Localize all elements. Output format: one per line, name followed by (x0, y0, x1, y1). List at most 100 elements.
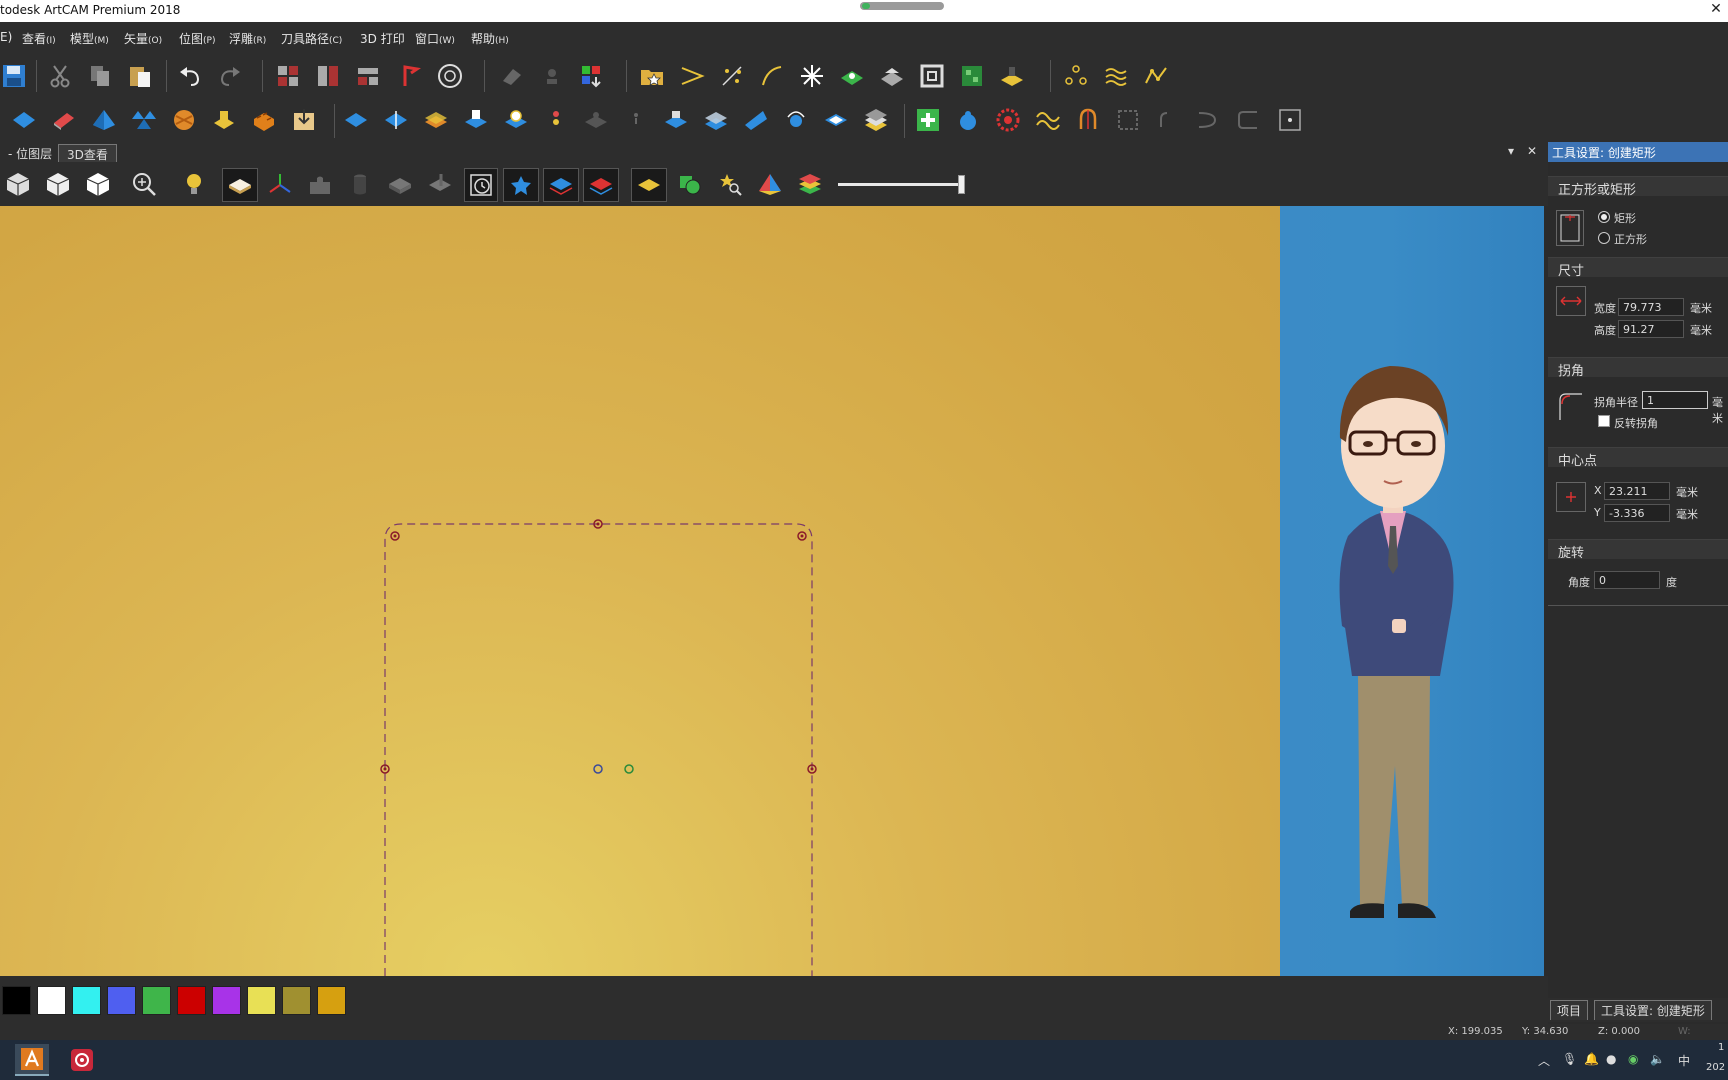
menu-item-edit[interactable]: E) (0, 30, 12, 44)
copy-icon[interactable] (86, 62, 114, 90)
tray-expand-icon[interactable]: ︿ (1538, 1052, 1550, 1069)
corner-radius-input[interactable] (1642, 391, 1708, 409)
smooth-relief-icon[interactable] (502, 106, 530, 134)
palette-swatch[interactable] (317, 986, 346, 1015)
transparency-slider-track[interactable] (838, 183, 962, 186)
wave-lines-icon[interactable] (1102, 62, 1130, 90)
menu-item-model[interactable]: 模型(M) (70, 30, 109, 47)
red-plane-view-icon[interactable] (583, 168, 619, 202)
texture-block-icon[interactable] (250, 106, 278, 134)
clock-view-icon[interactable] (464, 168, 498, 202)
undo-icon[interactable] (176, 62, 204, 90)
traffic-light-icon[interactable] (542, 106, 570, 134)
pyramid-color-icon[interactable] (756, 170, 784, 198)
tab-project[interactable]: 项目 (1550, 1000, 1589, 1020)
menu-item-toolpaths[interactable]: 刀具路径(C) (281, 30, 342, 47)
volume-icon[interactable]: 🔈 (1650, 1052, 1665, 1066)
save-icon[interactable] (0, 62, 28, 90)
menu-item-3d-print[interactable]: 3D 打印 (360, 30, 405, 47)
gold-plane-view-icon[interactable] (631, 168, 667, 202)
relief-plate-icon[interactable] (998, 62, 1026, 90)
layout-icon[interactable] (354, 62, 382, 90)
menu-item-help[interactable]: 帮助(H) (471, 30, 509, 47)
transparency-slider-thumb[interactable] (958, 175, 965, 194)
tile-grid-icon[interactable] (274, 62, 302, 90)
cut-block-icon[interactable] (426, 170, 454, 198)
add-relief-icon[interactable] (914, 106, 942, 134)
tile-relief-icon[interactable] (958, 62, 986, 90)
screen-share-grip[interactable] (860, 2, 944, 10)
light-bulb-icon[interactable] (180, 170, 208, 198)
flat-white-relief-icon[interactable] (822, 106, 850, 134)
axes-icon[interactable] (266, 170, 294, 198)
split-relief-icon[interactable] (382, 106, 410, 134)
layers-color-icon[interactable] (796, 170, 824, 198)
tab-bitmap-layers[interactable]: - 位图层 (0, 144, 60, 162)
multi-pyramid-icon[interactable] (130, 106, 158, 134)
palette-swatch[interactable] (282, 986, 311, 1015)
palette-swatch[interactable] (247, 986, 276, 1015)
scatter-tool-icon[interactable] (718, 62, 746, 90)
cube-front-icon[interactable] (44, 170, 72, 198)
menu-item-relief[interactable]: 浮雕(R) (229, 30, 266, 47)
tab-3d-view[interactable]: 3D查看 (58, 144, 117, 162)
layer-stack-icon[interactable] (422, 106, 450, 134)
arch-relief-icon[interactable] (1074, 106, 1102, 134)
palette-swatch[interactable] (142, 986, 171, 1015)
stack-relief-icon[interactable] (702, 106, 730, 134)
cylinder-icon[interactable] (346, 170, 374, 198)
palette-swatch[interactable] (107, 986, 136, 1015)
open-star-folder-icon[interactable] (638, 62, 666, 90)
invert-corner-checkbox[interactable] (1598, 415, 1610, 427)
color-select-icon[interactable] (578, 62, 606, 90)
zoom-icon[interactable] (130, 170, 158, 198)
close-window-button[interactable]: ✕ (1706, 0, 1726, 20)
shaded-view-icon[interactable] (222, 168, 258, 202)
curve-tool-icon[interactable] (758, 62, 786, 90)
star-burst-icon[interactable] (798, 62, 826, 90)
recorder-taskbar-icon[interactable] (65, 1044, 99, 1076)
redo-icon[interactable] (216, 62, 244, 90)
cube-side-icon[interactable] (84, 170, 112, 198)
weave-icon[interactable] (170, 106, 198, 134)
puzzle-icon[interactable] (306, 170, 334, 198)
sculpt-icon[interactable] (662, 106, 690, 134)
star-view-icon[interactable] (503, 168, 539, 202)
height-input[interactable] (1618, 320, 1684, 338)
menu-item-window[interactable]: 窗口(W) (415, 30, 455, 47)
design-canvas[interactable] (0, 206, 1280, 976)
paste-icon[interactable] (126, 62, 154, 90)
network-icon[interactable]: ◉ (1628, 1052, 1638, 1066)
nodes-icon[interactable] (1062, 62, 1090, 90)
menu-item-bitmap[interactable]: 位图(P) (179, 30, 215, 47)
polyline-icon[interactable] (1142, 62, 1170, 90)
flat-blue-relief-icon[interactable] (342, 106, 370, 134)
brush-icon[interactable] (538, 62, 566, 90)
menu-item-view[interactable]: 查看(I) (22, 30, 56, 47)
microphone-icon[interactable]: 🎙 (1562, 1052, 1577, 1066)
raise-relief-icon[interactable] (462, 106, 490, 134)
flag-icon[interactable] (396, 62, 424, 90)
shapes-icon[interactable] (676, 170, 704, 198)
relief-green-icon[interactable] (838, 62, 866, 90)
square-radio[interactable] (1598, 232, 1610, 244)
tilt-relief-icon[interactable] (742, 106, 770, 134)
chevron-tool-icon[interactable] (678, 62, 706, 90)
cut-icon[interactable] (46, 62, 74, 90)
angle-input[interactable] (1594, 571, 1660, 589)
palette-swatch[interactable] (212, 986, 241, 1015)
cube-iso-icon[interactable] (4, 170, 32, 198)
extrude-icon[interactable] (210, 106, 238, 134)
center-y-input[interactable] (1604, 504, 1670, 522)
frame-tool-icon[interactable] (918, 62, 946, 90)
notification-icon[interactable]: 🔔 (1584, 1052, 1599, 1066)
blue-plane-view-icon[interactable] (543, 168, 579, 202)
close-view-icon[interactable]: ✕ (1527, 144, 1537, 158)
width-input[interactable] (1618, 298, 1684, 316)
find-star-icon[interactable] (716, 170, 744, 198)
center-point-icon[interactable] (1276, 106, 1304, 134)
artcam-taskbar-icon[interactable] (15, 1044, 49, 1076)
relief-grey-icon[interactable] (878, 62, 906, 90)
eraser-icon[interactable] (498, 62, 526, 90)
blend-relief-icon[interactable] (954, 106, 982, 134)
